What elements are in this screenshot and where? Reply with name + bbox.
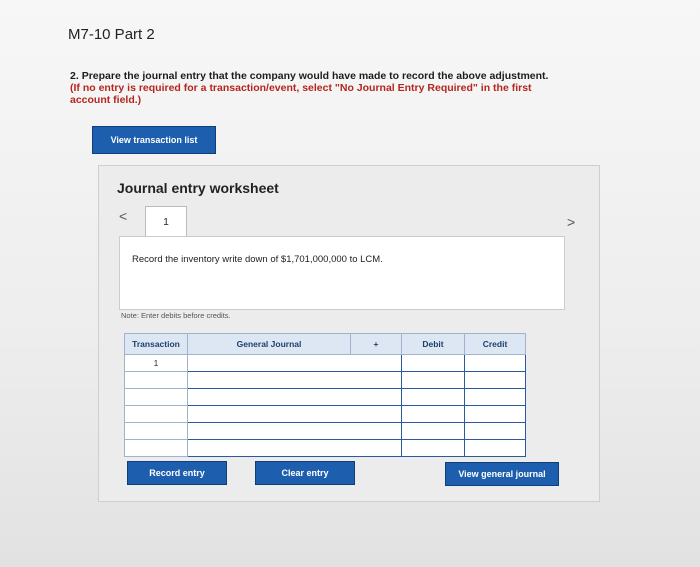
table-row (124, 388, 526, 406)
note-text: Note: Enter debits before credits. (121, 311, 231, 320)
account-input[interactable] (187, 422, 402, 440)
credit-input[interactable] (464, 422, 526, 440)
transaction-cell (124, 422, 188, 440)
account-input[interactable] (187, 405, 402, 423)
debit-input[interactable] (401, 388, 465, 406)
next-arrow-icon[interactable]: > (567, 214, 575, 230)
debit-input[interactable] (401, 439, 465, 457)
entry-tab-1[interactable]: 1 (145, 206, 187, 237)
page-title: M7-10 Part 2 (68, 26, 155, 43)
debit-input[interactable] (401, 405, 465, 423)
table-header-row: Transaction General Journal + Debit Cred… (124, 333, 526, 355)
table-row (124, 422, 526, 440)
credit-input[interactable] (464, 405, 526, 423)
screen: M7-10 Part 2 2. Prepare the journal entr… (0, 0, 700, 567)
table-row: 1 (124, 354, 526, 372)
table-row (124, 371, 526, 389)
debit-input[interactable] (401, 422, 465, 440)
col-credit: Credit (464, 333, 526, 355)
credit-input[interactable] (464, 388, 526, 406)
credit-input[interactable] (464, 354, 526, 372)
question-number: 2. (70, 70, 79, 82)
account-input[interactable] (187, 439, 402, 457)
table-row (124, 405, 526, 423)
debit-input[interactable] (401, 371, 465, 389)
col-transaction: Transaction (124, 333, 188, 355)
transaction-description-box: Record the inventory write down of $1,70… (119, 236, 565, 310)
debit-input[interactable] (401, 354, 465, 372)
prev-arrow-icon[interactable]: < (119, 208, 127, 224)
account-input[interactable] (187, 354, 402, 372)
clear-entry-button[interactable]: Clear entry (255, 461, 355, 485)
worksheet-title: Journal entry worksheet (117, 180, 279, 196)
journal-table: Transaction General Journal + Debit Cred… (124, 333, 526, 457)
transaction-cell (124, 371, 188, 389)
transaction-cell: 1 (124, 354, 188, 372)
col-debit: Debit (401, 333, 465, 355)
transaction-cell (124, 439, 188, 457)
transaction-cell (124, 405, 188, 423)
view-general-journal-button[interactable]: View general journal (445, 462, 559, 486)
question: 2. Prepare the journal entry that the co… (70, 70, 560, 106)
question-instruction: (If no entry is required for a transacti… (70, 82, 532, 106)
account-input[interactable] (187, 388, 402, 406)
credit-input[interactable] (464, 439, 526, 457)
transaction-description: Record the inventory write down of $1,70… (132, 254, 383, 265)
record-entry-button[interactable]: Record entry (127, 461, 227, 485)
journal-entry-worksheet: Journal entry worksheet < 1 > Record the… (98, 165, 600, 502)
transaction-cell (124, 388, 188, 406)
add-row-icon[interactable]: + (350, 333, 402, 355)
account-input[interactable] (187, 371, 402, 389)
table-row (124, 439, 526, 457)
credit-input[interactable] (464, 371, 526, 389)
view-transaction-list-button[interactable]: View transaction list (92, 126, 216, 154)
col-general-journal: General Journal (187, 333, 351, 355)
question-text: Prepare the journal entry that the compa… (81, 70, 549, 82)
